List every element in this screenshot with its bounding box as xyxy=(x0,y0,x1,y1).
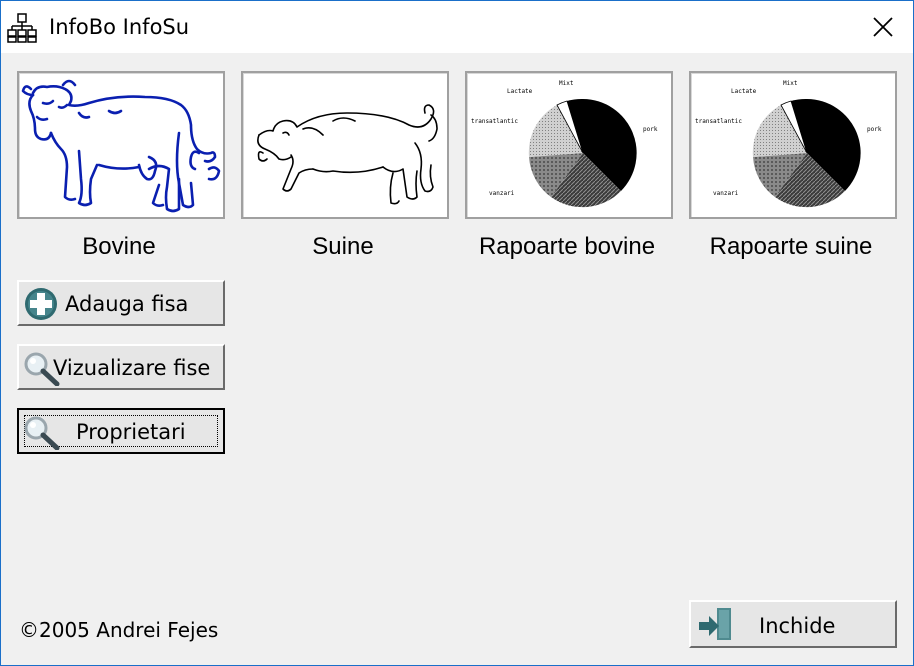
suine-reports-tile[interactable]: Mixt Lactate transatlantic pork vanzari xyxy=(689,71,897,219)
add-record-label: Adauga fisa xyxy=(65,292,189,316)
close-button-label: Inchide xyxy=(759,614,836,638)
pie-label-pork: pork xyxy=(643,126,658,133)
pie-label-lactate: Lactate xyxy=(731,88,757,95)
pie-label-mixt: Mixt xyxy=(559,80,574,87)
view-records-label: Vizualizare fise xyxy=(53,356,211,380)
window-title: InfoBo InfoSu xyxy=(49,15,190,39)
pie-label-pork: pork xyxy=(867,126,882,133)
close-icon xyxy=(873,17,893,37)
exit-door-icon xyxy=(699,608,731,640)
app-icon xyxy=(7,13,37,43)
pie-label-transatlantic: transatlantic xyxy=(695,118,742,125)
close-button[interactable]: Inchide xyxy=(689,600,897,648)
bovine-label: Bovine xyxy=(82,233,156,260)
owners-label: Proprietari xyxy=(76,420,186,444)
pie-label-transatlantic: transatlantic xyxy=(471,118,518,125)
pie-label-vanzari: vanzari xyxy=(713,190,739,197)
main-window: InfoBo InfoSu Bovine Suine Mixt Lactate … xyxy=(0,0,914,666)
bovine-reports-tile[interactable]: Mixt Lactate transatlantic pork vanzari xyxy=(465,71,673,219)
pie-label-mixt: Mixt xyxy=(783,80,798,87)
pig-icon xyxy=(257,104,438,205)
suine-tile[interactable] xyxy=(241,71,449,219)
pie-chart-icon: Mixt Lactate transatlantic pork vanzari xyxy=(695,80,882,208)
cow-icon xyxy=(21,79,221,213)
add-record-button[interactable]: Adauga fisa xyxy=(17,280,225,326)
view-records-button[interactable]: Vizualizare fise xyxy=(17,344,225,390)
title-bar: InfoBo InfoSu xyxy=(1,1,913,53)
suine-label: Suine xyxy=(312,233,374,260)
magnifier-icon xyxy=(24,416,60,450)
pie-chart-icon: Mixt Lactate transatlantic pork vanzari xyxy=(471,80,658,208)
pie-label-vanzari: vanzari xyxy=(489,190,515,197)
bovine-tile[interactable] xyxy=(17,71,225,219)
pie-label-lactate: Lactate xyxy=(507,88,533,95)
owners-button[interactable]: Proprietari xyxy=(17,408,225,454)
suine-reports-label: Rapoarte suine xyxy=(709,233,873,260)
add-icon xyxy=(25,288,57,320)
copyright-text: ©2005 Andrei Fejes xyxy=(19,618,219,642)
window-close-button[interactable] xyxy=(853,1,913,53)
bovine-reports-label: Rapoarte bovine xyxy=(478,233,656,260)
